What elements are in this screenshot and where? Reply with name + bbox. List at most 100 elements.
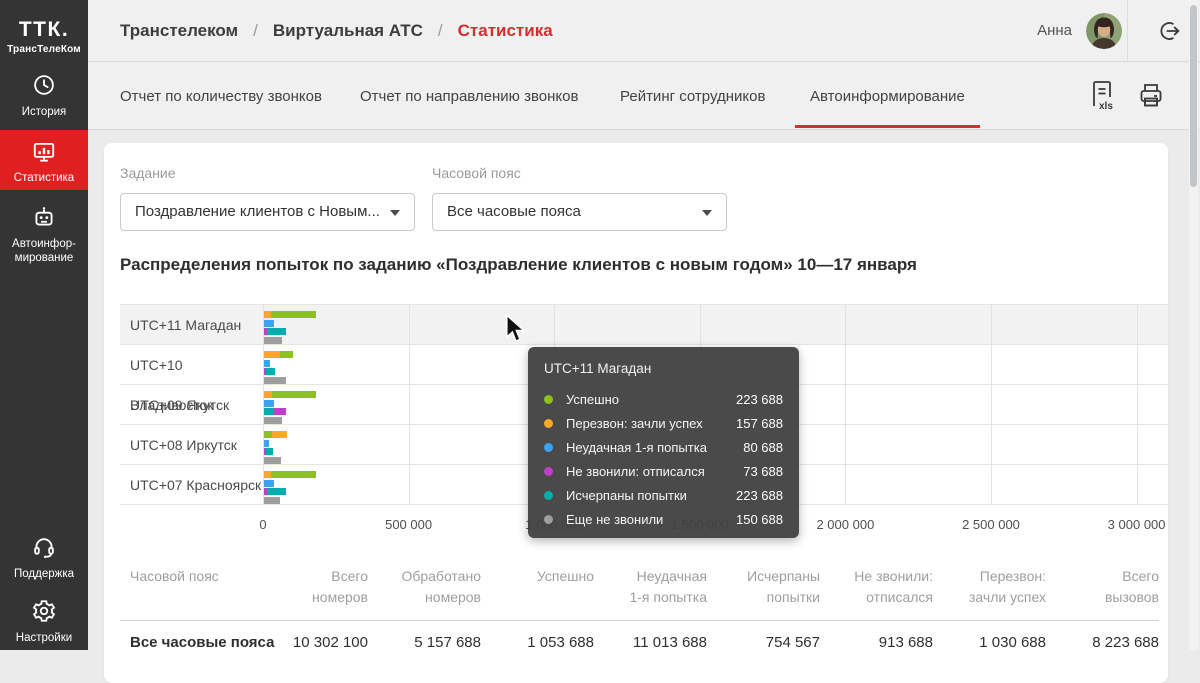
tooltip-series-value: 150 688 <box>736 511 783 527</box>
chart-row-label: UTC+11 Магадан <box>130 317 242 333</box>
user-name: Анна <box>1037 22 1072 39</box>
tooltip-series-label: Перезвон: зачли успех <box>566 415 703 431</box>
page-scrollbar <box>1189 0 1198 650</box>
sidebar-item-statistics[interactable]: Статистика <box>0 130 88 190</box>
sidebar-item-label: Поддержка <box>14 568 74 580</box>
chevron-down-icon <box>702 210 712 216</box>
bar-group <box>264 439 270 447</box>
table-header-cell: Всего номеров <box>312 568 368 605</box>
bar-group <box>264 479 274 487</box>
bar-segment <box>266 328 286 335</box>
bar-segment <box>264 351 280 358</box>
table-header-cell: Часовой пояс <box>130 568 219 584</box>
sidebar-item-autoinform[interactable]: Автоинфор- мирование <box>0 204 88 265</box>
table-header-cell: Не звонили: отписался <box>854 568 933 605</box>
history-clock-icon <box>31 72 57 98</box>
bar-segment <box>279 351 294 358</box>
tab-calls-count-report[interactable]: Отчет по количеству звонков <box>120 63 322 130</box>
bar-group <box>264 319 274 327</box>
bar-segment <box>264 399 274 407</box>
table-header-cell: Перезвон: зачли успех <box>969 568 1046 605</box>
bar-group <box>264 311 317 318</box>
chart-tooltip: UTC+11 Магадан Успешно 223 688 Перезвон: з… <box>528 347 799 538</box>
bar-group <box>264 368 276 375</box>
logout-icon[interactable] <box>1156 18 1182 44</box>
scrollbar-thumb[interactable] <box>1190 5 1197 187</box>
sidebar-item-label: Настройки <box>15 632 73 644</box>
bar-group <box>264 359 271 367</box>
table-cell: 1 030 688 <box>979 634 1046 651</box>
ttk-logo: ТТК. ТрансТелеКом <box>0 18 88 55</box>
export-xls-icon[interactable]: xls <box>1088 79 1118 113</box>
breadcrumb-item-current: Статистика <box>457 21 553 40</box>
bar-segment <box>264 479 274 487</box>
bar-segment <box>264 359 271 367</box>
tab-autoinform[interactable]: Автоинформирование <box>795 63 980 130</box>
bar-group <box>264 431 287 438</box>
chart-row-label: UTC+09 Якутск <box>130 397 230 413</box>
logo-main-text: ТТК. <box>18 18 70 41</box>
timezone-filter-label: Часовой пояс <box>432 165 521 181</box>
monitor-chart-icon <box>31 139 57 165</box>
tab-employee-rating[interactable]: Рейтинг сотрудников <box>620 63 765 130</box>
table-header-cell: Всего вызовов <box>1104 568 1159 605</box>
bar-group <box>264 376 287 384</box>
table-header-cell: Исчерпаны попытки <box>747 568 820 605</box>
bar-segment <box>264 319 274 327</box>
bar-segment <box>273 408 286 415</box>
sidebar-item-support[interactable]: Поддержка <box>0 534 88 581</box>
chart-row[interactable]: UTC+11 Магадан <box>120 305 1168 345</box>
sidebar-item-label: История <box>21 106 67 118</box>
table-cell: 10 302 100 <box>292 634 368 651</box>
bar-segment <box>264 391 272 398</box>
timezone-select-value: Все часовые пояса <box>447 203 581 220</box>
table-header-cell: Обработано номеров <box>401 568 481 605</box>
bar-segment <box>270 311 317 318</box>
print-icon[interactable] <box>1136 79 1166 113</box>
chart-row-label: UTC+10 Владивосток <box>130 357 214 413</box>
table-cell: 8 223 688 <box>1092 634 1159 651</box>
tabs-bar: Отчет по количеству звонков Отчет по нап… <box>88 63 1200 130</box>
avatar[interactable] <box>1086 13 1122 49</box>
task-select[interactable]: Поздравление клиентов с Новым... <box>120 193 415 231</box>
chart-row-label: UTC+07 Красноярск <box>130 477 262 493</box>
tooltip-series-value: 223 688 <box>736 391 783 407</box>
breadcrumb-item[interactable]: Транстелеком <box>120 21 238 41</box>
tooltip-row: Успешно 223 688 <box>544 387 783 411</box>
timezone-select[interactable]: Все часовые пояса <box>432 193 727 231</box>
sidebar-item-history[interactable]: История <box>0 72 88 119</box>
bar-segment <box>264 496 280 504</box>
table-cell: 1 053 688 <box>527 634 594 651</box>
tooltip-series-value: 223 688 <box>736 487 783 503</box>
bar-group <box>264 416 282 424</box>
axis-tick-label: 2 500 000 <box>962 517 1020 532</box>
breadcrumb-item[interactable]: Виртуальная АТС <box>273 21 423 41</box>
table-cell: 11 013 688 <box>633 634 707 651</box>
sidebar-item-settings[interactable]: Настройки <box>0 598 88 645</box>
chart-title: Распределения попыток по заданию «Поздра… <box>120 255 917 274</box>
table-row: Все часовые пояса 10 302 100 5 157 688 1 05… <box>120 621 1159 651</box>
chart-row-label: UTC+08 Иркутск <box>130 437 237 453</box>
bar-segment <box>271 391 316 398</box>
legend-dot-icon <box>544 394 553 404</box>
bar-segment <box>266 368 276 375</box>
bar-group <box>264 456 282 464</box>
bar-group <box>264 496 280 504</box>
bar-segment <box>264 408 274 415</box>
tooltip-row: Не звонили: отписался 73 688 <box>544 459 783 483</box>
bar-segment <box>264 431 272 438</box>
tab-calls-direction-report[interactable]: Отчет по направлению звонков <box>360 63 578 130</box>
bar-group <box>264 391 316 398</box>
tooltip-series-label: Успешно <box>566 391 619 407</box>
bar-segment <box>271 431 287 438</box>
bar-segment <box>264 471 271 478</box>
bar-segment <box>264 311 271 318</box>
tooltip-series-label: Исчерпаны попытки <box>566 487 687 503</box>
bar-segment <box>264 439 270 447</box>
legend-dot-icon <box>544 490 553 500</box>
task-select-value: Поздравление клиентов с Новым... <box>135 203 380 220</box>
bar-segment <box>264 336 283 344</box>
sidebar-item-label: Автоинфор- мирование <box>12 238 76 264</box>
top-bar: Транстелеком / Виртуальная АТС / Статист… <box>88 0 1200 62</box>
chevron-down-icon <box>390 210 400 216</box>
